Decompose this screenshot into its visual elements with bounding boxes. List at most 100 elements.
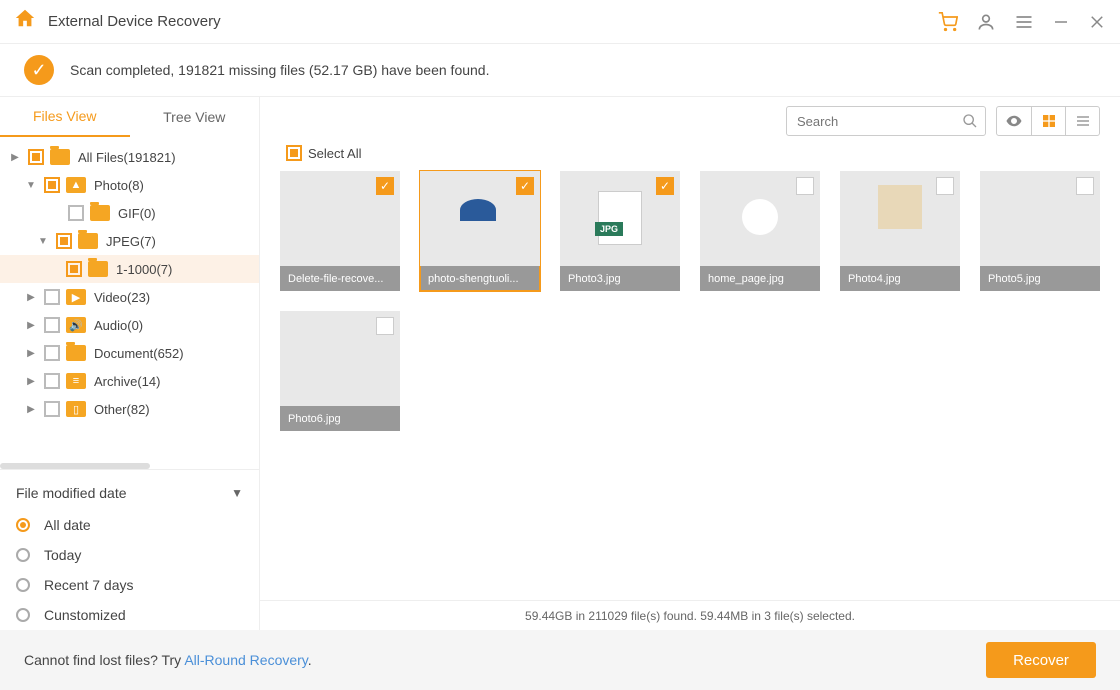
thumbnail-caption: Photo6.jpg xyxy=(280,406,400,431)
chevron-right-icon[interactable]: ▶ xyxy=(24,292,38,303)
chevron-right-icon[interactable]: ▶ xyxy=(24,376,38,387)
tree-row-document[interactable]: ▶ Document(652) xyxy=(0,339,259,367)
success-icon: ✓ xyxy=(24,55,54,85)
tab-files-view[interactable]: Files View xyxy=(0,97,130,137)
thumbnail[interactable]: Photo6.jpg xyxy=(280,311,400,431)
checkbox-icon[interactable] xyxy=(44,289,60,305)
audio-icon: 🔊 xyxy=(66,317,86,333)
sidebar: Files View Tree View ▶ All Files(191821)… xyxy=(0,97,260,630)
user-icon[interactable] xyxy=(976,12,996,32)
chevron-right-icon[interactable]: ▶ xyxy=(24,320,38,331)
preview-icon[interactable] xyxy=(997,107,1031,135)
tree-label: Audio(0) xyxy=(94,318,143,333)
radio-label: Recent 7 days xyxy=(44,577,134,593)
all-round-recovery-link[interactable]: All-Round Recovery xyxy=(184,652,307,668)
thumbnail[interactable]: home_page.jpg xyxy=(700,171,820,291)
checkbox-icon[interactable] xyxy=(286,145,302,161)
checkbox-icon[interactable] xyxy=(56,233,72,249)
radio-icon[interactable] xyxy=(16,548,30,562)
tree-row-other[interactable]: ▶ ▯ Other(82) xyxy=(0,395,259,423)
recover-button[interactable]: Recover xyxy=(986,642,1096,678)
tree-label: 1-1000(7) xyxy=(116,262,172,277)
search-input[interactable] xyxy=(786,106,986,136)
tree-row-video[interactable]: ▶ ▶ Video(23) xyxy=(0,283,259,311)
checkbox-icon[interactable] xyxy=(44,401,60,417)
toolbar xyxy=(260,97,1120,145)
select-all-label: Select All xyxy=(308,146,361,161)
thumbnail-checkbox[interactable] xyxy=(1076,177,1094,195)
scrollbar[interactable] xyxy=(0,463,150,469)
radio-all-date[interactable]: All date xyxy=(16,510,243,540)
file-tree: ▶ All Files(191821) ▼ ▲ Photo(8) GIF(0) … xyxy=(0,137,259,469)
file-icon: ▯ xyxy=(66,401,86,417)
checkbox-icon[interactable] xyxy=(44,373,60,389)
folder-icon xyxy=(90,205,110,221)
thumbnail-checkbox[interactable]: ✓ xyxy=(516,177,534,195)
thumbnail-checkbox[interactable]: ✓ xyxy=(656,177,674,195)
checkbox-icon[interactable] xyxy=(44,345,60,361)
chevron-down-icon[interactable]: ▼ xyxy=(24,180,38,191)
grid-view-icon[interactable] xyxy=(1031,107,1065,135)
thumbnail-checkbox[interactable] xyxy=(796,177,814,195)
chevron-right-icon[interactable]: ▶ xyxy=(24,348,38,359)
close-icon[interactable] xyxy=(1088,12,1106,32)
tree-label: JPEG(7) xyxy=(106,234,156,249)
chevron-right-icon[interactable]: ▶ xyxy=(24,404,38,415)
minimize-icon[interactable] xyxy=(1052,12,1070,32)
select-all-row[interactable]: Select All xyxy=(260,145,1120,171)
radio-label: Cunstomized xyxy=(44,607,126,623)
checkbox-icon[interactable] xyxy=(44,317,60,333)
archive-icon: ≡ xyxy=(66,373,86,389)
tree-row-audio[interactable]: ▶ 🔊 Audio(0) xyxy=(0,311,259,339)
view-controls xyxy=(996,106,1100,136)
tree-label: Video(23) xyxy=(94,290,150,305)
thumbnail-checkbox[interactable] xyxy=(936,177,954,195)
checkbox-icon[interactable] xyxy=(44,177,60,193)
title-bar: External Device Recovery xyxy=(0,0,1120,44)
checkbox-icon[interactable] xyxy=(28,149,44,165)
radio-icon[interactable] xyxy=(16,608,30,622)
tree-label: GIF(0) xyxy=(118,206,156,221)
tree-row-gif[interactable]: GIF(0) xyxy=(0,199,259,227)
bottom-status: 59.44GB in 211029 file(s) found. 59.44MB… xyxy=(260,600,1120,630)
tree-row-jpeg[interactable]: ▼ JPEG(7) xyxy=(0,227,259,255)
folder-icon xyxy=(66,345,86,361)
thumbnail[interactable]: Photo4.jpg xyxy=(840,171,960,291)
thumbnail-checkbox[interactable]: ✓ xyxy=(376,177,394,195)
checkbox-icon[interactable] xyxy=(68,205,84,221)
thumbnail-checkbox[interactable] xyxy=(376,317,394,335)
thumbnail[interactable]: Photo3.jpg ✓ xyxy=(560,171,680,291)
date-filter-header[interactable]: File modified date ▼ xyxy=(16,476,243,510)
tree-row-photo[interactable]: ▼ ▲ Photo(8) xyxy=(0,171,259,199)
radio-today[interactable]: Today xyxy=(16,540,243,570)
menu-icon[interactable] xyxy=(1014,12,1034,32)
radio-label: Today xyxy=(44,547,81,563)
radio-icon[interactable] xyxy=(16,578,30,592)
radio-icon[interactable] xyxy=(16,518,30,532)
tree-row-archive[interactable]: ▶ ≡ Archive(14) xyxy=(0,367,259,395)
tree-label: Archive(14) xyxy=(94,374,160,389)
content: Select All Delete-file-recove... ✓ photo… xyxy=(260,97,1120,630)
thumbnail-caption: Photo5.jpg xyxy=(980,266,1100,291)
thumbnail[interactable]: photo-shengtuoli... ✓ xyxy=(420,171,540,291)
radio-recent-7-days[interactable]: Recent 7 days xyxy=(16,570,243,600)
thumbnail-grid: Delete-file-recove... ✓ photo-shengtuoli… xyxy=(260,171,1120,431)
checkbox-icon[interactable] xyxy=(66,261,82,277)
thumbnail[interactable]: Photo5.jpg xyxy=(980,171,1100,291)
home-icon[interactable] xyxy=(14,7,36,36)
cart-icon[interactable] xyxy=(938,12,958,32)
folder-icon xyxy=(78,233,98,249)
radio-customized[interactable]: Cunstomized xyxy=(16,600,243,630)
status-bar: ✓ Scan completed, 191821 missing files (… xyxy=(0,44,1120,96)
tree-row-all-files[interactable]: ▶ All Files(191821) xyxy=(0,143,259,171)
folder-icon xyxy=(50,149,70,165)
chevron-down-icon[interactable]: ▼ xyxy=(231,486,243,500)
search-icon[interactable] xyxy=(962,113,978,133)
tree-row-jpeg-range[interactable]: 1-1000(7) xyxy=(0,255,259,283)
thumbnail[interactable]: Delete-file-recove... ✓ xyxy=(280,171,400,291)
list-view-icon[interactable] xyxy=(1065,107,1099,135)
chevron-down-icon[interactable]: ▼ xyxy=(36,236,50,247)
footer: Cannot find lost files? Try All-Round Re… xyxy=(0,630,1120,690)
tab-tree-view[interactable]: Tree View xyxy=(130,97,260,137)
chevron-right-icon[interactable]: ▶ xyxy=(8,152,22,163)
